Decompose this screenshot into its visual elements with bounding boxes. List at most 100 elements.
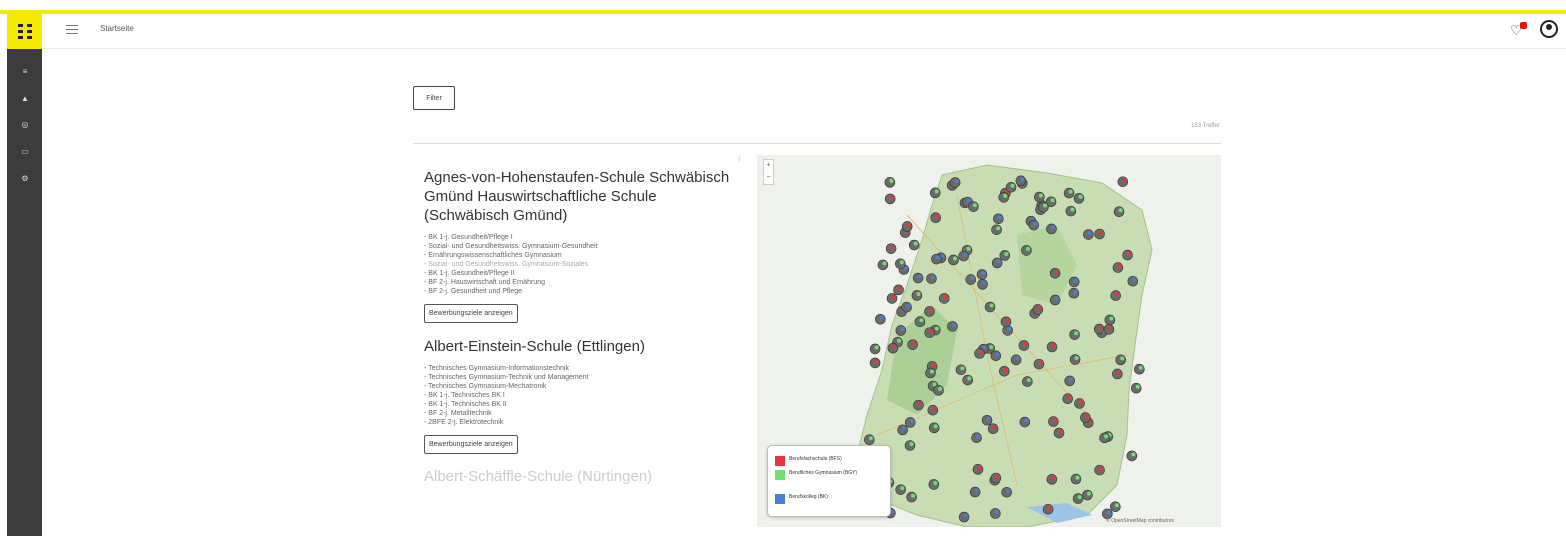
map-marker[interactable] xyxy=(895,325,907,336)
map-marker[interactable] xyxy=(1110,501,1121,513)
map-marker[interactable] xyxy=(987,423,999,435)
map-marker[interactable] xyxy=(1126,450,1138,462)
map-marker[interactable] xyxy=(1064,375,1076,387)
map-marker[interactable] xyxy=(969,486,981,498)
map-marker[interactable] xyxy=(1062,393,1074,405)
map-marker[interactable] xyxy=(1112,262,1124,273)
map-marker[interactable] xyxy=(1074,398,1085,409)
map-marker[interactable] xyxy=(1068,287,1080,299)
map-marker[interactable] xyxy=(976,269,988,280)
map-marker[interactable] xyxy=(877,259,889,271)
breadcrumb[interactable]: Startseite xyxy=(100,24,134,33)
map-marker[interactable] xyxy=(958,511,970,523)
map-marker[interactable] xyxy=(990,508,1001,519)
map-marker[interactable] xyxy=(1112,368,1123,380)
school-title-partial[interactable]: Albert-Schäffle-Schule (Nürtingen) xyxy=(424,468,734,485)
map-marker[interactable] xyxy=(972,464,984,475)
map-marker[interactable] xyxy=(1001,486,1012,498)
map-marker[interactable] xyxy=(926,273,937,284)
list-icon[interactable]: ≡ xyxy=(20,67,30,77)
map-marker[interactable] xyxy=(869,343,881,355)
map-marker[interactable] xyxy=(1094,464,1105,476)
map-marker[interactable] xyxy=(1033,358,1045,370)
map-marker[interactable] xyxy=(913,399,924,411)
map-marker[interactable] xyxy=(886,293,898,304)
map-marker[interactable] xyxy=(1042,504,1054,515)
map-marker[interactable] xyxy=(904,440,916,451)
map-marker[interactable] xyxy=(884,193,896,205)
map-marker[interactable] xyxy=(949,177,961,188)
map-marker[interactable] xyxy=(895,484,906,495)
map-marker[interactable] xyxy=(1022,376,1033,387)
map-marker[interactable] xyxy=(1021,245,1032,256)
map-marker[interactable] xyxy=(991,224,1002,236)
map-marker[interactable] xyxy=(981,414,993,426)
map-marker[interactable] xyxy=(904,417,916,428)
map-marker[interactable] xyxy=(1072,493,1084,504)
map-marker[interactable] xyxy=(968,201,979,212)
inbox-icon[interactable]: ▲ xyxy=(20,94,30,104)
map-marker[interactable] xyxy=(1063,187,1075,199)
map-marker[interactable] xyxy=(927,404,939,416)
map-marker[interactable] xyxy=(1099,432,1110,444)
user-avatar-icon[interactable] xyxy=(1540,20,1558,38)
map-marker[interactable] xyxy=(897,424,908,436)
map-marker[interactable] xyxy=(885,243,897,254)
map-marker[interactable] xyxy=(895,258,906,270)
map-marker[interactable] xyxy=(1104,314,1116,326)
map-marker[interactable] xyxy=(1110,290,1122,301)
map-marker[interactable] xyxy=(1082,489,1093,501)
map-marker[interactable] xyxy=(948,254,959,266)
map-marker[interactable] xyxy=(911,290,923,301)
map-marker[interactable] xyxy=(1080,412,1091,423)
map-marker[interactable] xyxy=(971,432,982,444)
map-marker[interactable] xyxy=(999,365,1010,377)
list-scroll-handle[interactable]: ⁝ xyxy=(738,155,741,164)
map-marker[interactable] xyxy=(928,479,940,490)
map-marker[interactable] xyxy=(1069,354,1081,365)
map-marker[interactable] xyxy=(999,250,1011,261)
map-marker[interactable] xyxy=(1068,276,1080,288)
map-marker[interactable] xyxy=(1010,354,1022,366)
calendar-icon[interactable]: ▭ xyxy=(20,147,30,157)
map-marker[interactable] xyxy=(1069,329,1080,340)
map-marker[interactable] xyxy=(1127,275,1139,287)
map-marker[interactable] xyxy=(1083,229,1094,240)
settings-icon[interactable]: ⚙ xyxy=(20,174,30,184)
map-marker[interactable] xyxy=(1046,223,1057,235)
map-marker[interactable] xyxy=(925,367,936,379)
map-marker[interactable] xyxy=(869,357,881,369)
map-marker[interactable] xyxy=(864,434,875,446)
map-marker[interactable] xyxy=(991,257,1003,269)
map-marker[interactable] xyxy=(912,272,924,284)
map-marker[interactable] xyxy=(906,491,917,503)
map-marker[interactable] xyxy=(939,293,950,304)
target-icon[interactable]: ◎ xyxy=(20,120,30,130)
show-targets-button[interactable]: Bewerbungsziele anzeigen xyxy=(424,304,518,323)
zoom-out-button[interactable]: − xyxy=(764,172,773,184)
menu-icon[interactable] xyxy=(66,25,78,35)
map-marker[interactable] xyxy=(901,221,913,232)
map-marker[interactable] xyxy=(1134,363,1145,375)
map-marker[interactable] xyxy=(1032,304,1044,315)
map-marker[interactable] xyxy=(947,321,958,332)
map-marker[interactable] xyxy=(907,339,918,350)
map-marker[interactable] xyxy=(914,316,926,328)
map-attribution[interactable]: © OpenStreetMap contributors xyxy=(1106,518,1174,524)
map-marker[interactable] xyxy=(958,250,969,262)
map-marker[interactable] xyxy=(1015,175,1027,187)
map-marker[interactable] xyxy=(908,239,920,251)
map-marker[interactable] xyxy=(1038,201,1049,213)
map-marker[interactable] xyxy=(965,274,977,285)
map-marker[interactable] xyxy=(930,212,941,224)
map-marker[interactable] xyxy=(955,364,967,376)
map-marker[interactable] xyxy=(933,385,944,396)
map-marker[interactable] xyxy=(990,350,1002,362)
map-marker[interactable] xyxy=(1049,294,1061,306)
map-marker[interactable] xyxy=(929,187,941,199)
map-marker[interactable] xyxy=(998,192,1010,203)
map-marker[interactable] xyxy=(1115,354,1126,366)
map-marker[interactable] xyxy=(1018,340,1030,351)
map-marker[interactable] xyxy=(931,253,942,265)
filter-button[interactable]: Filter xyxy=(413,86,455,110)
